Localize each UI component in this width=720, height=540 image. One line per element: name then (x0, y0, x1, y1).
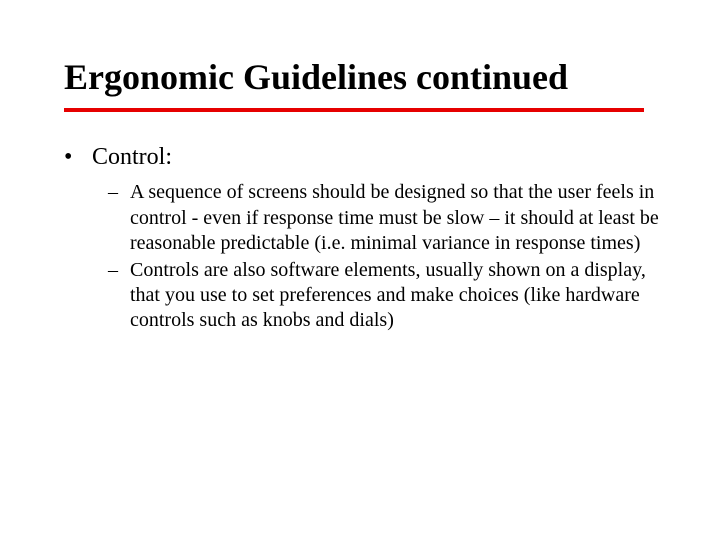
slide: Ergonomic Guidelines continued • Control… (0, 0, 720, 540)
sub-bullet-list: – A sequence of screens should be design… (108, 180, 660, 333)
slide-body: • Control: – A sequence of screens shoul… (64, 142, 660, 334)
dash-icon: – (108, 258, 130, 283)
sub-bullet-item: – A sequence of screens should be design… (108, 180, 660, 256)
bullet-item: • Control: (64, 142, 660, 173)
bullet-dot-icon: • (64, 142, 92, 173)
dash-icon: – (108, 180, 130, 205)
slide-title: Ergonomic Guidelines continued (64, 58, 660, 98)
bullet-label: Control: (92, 142, 660, 173)
title-underline (64, 108, 644, 112)
sub-bullet-item: – Controls are also software elements, u… (108, 258, 660, 334)
sub-bullet-text: Controls are also software elements, usu… (130, 258, 660, 334)
sub-bullet-text: A sequence of screens should be designed… (130, 180, 660, 256)
